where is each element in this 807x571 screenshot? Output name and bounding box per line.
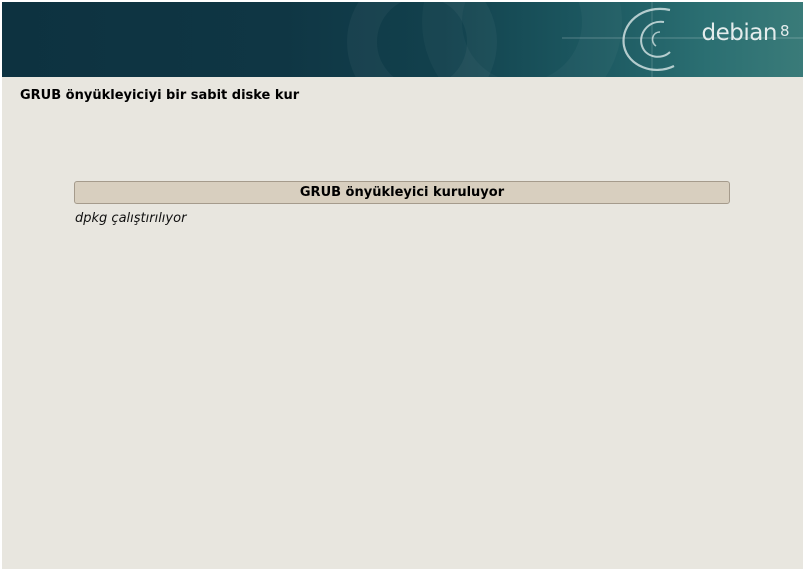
debian-swirl-icon — [622, 7, 675, 71]
banner-decoration — [347, 2, 803, 77]
brand-version: 8 — [779, 22, 790, 40]
debian-banner: debian 8 — [2, 2, 803, 77]
progress-bar: GRUB önyükleyici kuruluyor — [74, 181, 730, 204]
installer-window: debian 8 GRUB önyükleyiciyi bir sabit di… — [2, 2, 803, 569]
progress-status-text: dpkg çalıştırılıyor — [75, 211, 187, 226]
progress-label: GRUB önyükleyici kuruluyor — [299, 185, 505, 200]
page-title: GRUB önyükleyiciyi bir sabit diske kur — [20, 88, 300, 103]
debian-logo: debian 8 — [701, 20, 790, 46]
brand-name: debian — [701, 20, 778, 46]
